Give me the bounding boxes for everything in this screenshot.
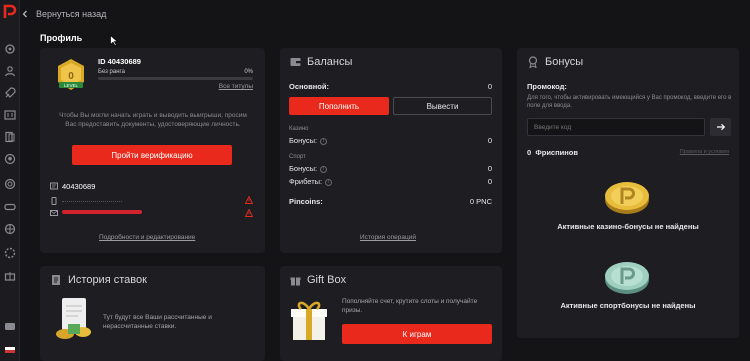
silver-coin-icon (605, 262, 649, 294)
promo-code-input[interactable] (527, 118, 705, 136)
promo-submit-button[interactable] (710, 118, 731, 136)
rank-label: Без ранга (98, 69, 125, 75)
bet-history-title-text: История ставок (68, 274, 147, 286)
bet-history-text: Тут будут все Ваши рассчитанные и нерасс… (103, 314, 212, 330)
freebets-row: Фрибеты: i 0 (289, 177, 492, 186)
phone-blurred (62, 200, 122, 202)
mouse-cursor-icon (110, 35, 118, 46)
casino-section-label: Казино (289, 126, 309, 132)
casino-bonus-empty: Активные казино-бонусы не найдены (557, 222, 699, 231)
details-link[interactable]: Подробности и редактирование (99, 234, 195, 241)
brand-logo[interactable] (2, 3, 18, 19)
freespins-row: 0 Фриспинов (527, 148, 578, 157)
bonuses-card: Бонусы Промокод: Для того, чтобы активир… (517, 48, 739, 338)
user-icon[interactable] (3, 64, 17, 78)
bet-history-title: История ставок (50, 274, 147, 286)
gold-coin-icon (605, 182, 649, 214)
user-id-value: 40430689 (62, 182, 96, 191)
freespins-count: 0 (527, 148, 532, 157)
cards-icon[interactable] (3, 130, 17, 144)
casino-bonus-label: Бонусы: (289, 136, 318, 145)
balances-title: Балансы (289, 56, 352, 68)
main-balance-value: 0 (487, 82, 492, 91)
receipt-icon (50, 274, 62, 286)
verify-button[interactable]: Пройти верификацию (72, 145, 232, 165)
gift-icon[interactable] (3, 268, 17, 282)
rank-progress-value: 0% (244, 69, 253, 75)
info-icon[interactable]: i (320, 165, 328, 173)
bet-slip-illustration (56, 298, 91, 339)
target-icon[interactable] (3, 222, 17, 236)
chat-icon[interactable] (3, 320, 17, 334)
profile-id: ID 40430689 (98, 57, 141, 66)
app: Вернуться назад Профиль 0 LEVEL ID 40430… (0, 0, 750, 361)
gift-icon (289, 274, 301, 286)
sport-bonus-row: Бонусы: i 0 (289, 164, 492, 173)
bonuses-title-text: Бонусы (545, 56, 584, 68)
bet-history-card: История ставок Тут будут все Ваши рассчи… (40, 266, 265, 361)
rocket-icon[interactable] (3, 86, 17, 100)
page-title: Профиль (40, 33, 83, 43)
profile-card: 0 LEVEL ID 40430689 Без ранга 0% Все тит… (40, 48, 265, 253)
poker-chip-icon[interactable] (3, 246, 17, 260)
freespins-label: Фриспинов (535, 148, 578, 157)
withdraw-button[interactable]: Вывести (393, 97, 492, 115)
email-icon (50, 210, 58, 216)
terms-link[interactable]: Правила и условия (680, 149, 729, 155)
sport-section-label: Спорт (289, 154, 306, 160)
sidebar (0, 0, 20, 361)
email-warning-icon (245, 209, 253, 217)
level-badge-text: LEVEL (64, 83, 79, 88)
phone-icon (51, 197, 57, 205)
pincoins-row: Pincoins: 0 PNC (289, 197, 492, 206)
rank-progress-bar (98, 77, 253, 80)
arrow-right-icon (716, 123, 725, 131)
sport-bonus-label: Бонусы: (289, 164, 318, 173)
gift-box-title: Gift Box (289, 274, 346, 286)
main-balance-label: Основной: (289, 82, 329, 91)
casino-bonus-row: Бонусы: i 0 (289, 136, 492, 145)
slot-icon[interactable] (3, 108, 17, 122)
verify-text: Чтобы Вы могли начать играть и выводить … (59, 112, 247, 128)
to-games-button[interactable]: К играм (342, 324, 492, 344)
soccer-ball-icon[interactable] (3, 152, 17, 166)
balances-card: Балансы Основной: 0 Пополнить Вывести Ка… (280, 48, 502, 253)
info-icon[interactable]: i (320, 137, 328, 145)
main-balance-row: Основной: 0 (289, 82, 492, 91)
all-titles-link[interactable]: Все титулы (219, 83, 253, 90)
sport-bonus-value: 0 (487, 164, 492, 173)
chevron-left-icon (22, 10, 27, 18)
bonuses-title: Бонусы (527, 56, 583, 68)
gift-box-illustration (291, 301, 327, 340)
gamepad-icon[interactable] (3, 200, 17, 214)
id-card-icon (50, 182, 58, 190)
gift-box-card: Gift Box Пополняйте счет, крутите слоты … (280, 266, 502, 361)
back-link[interactable]: Вернуться назад (21, 9, 106, 19)
freebets-value: 0 (487, 177, 492, 186)
pincoins-value: 0 PNC (469, 197, 492, 206)
balances-title-text: Балансы (307, 56, 353, 68)
settings-icon[interactable] (3, 42, 17, 56)
deposit-button[interactable]: Пополнить (289, 97, 389, 115)
info-icon[interactable]: i (325, 178, 333, 186)
award-icon (527, 56, 539, 68)
svg-text:0: 0 (68, 71, 74, 82)
email-redacted (62, 210, 142, 214)
gift-box-title-text: Gift Box (307, 274, 347, 286)
flag-icon[interactable] (3, 343, 17, 357)
casino-bonus-value: 0 (487, 136, 492, 145)
freebets-label: Фрибеты: (289, 177, 323, 186)
wallet-icon (289, 56, 301, 68)
history-link[interactable]: История операций (360, 234, 416, 241)
promo-label: Промокод: (527, 82, 567, 91)
sport-bonus-empty: Активные спортбонусы не найдены (560, 301, 696, 310)
pincoins-label: Pincoins: (289, 197, 323, 206)
gift-box-text: Пополняйте счет, крутите слоты и получай… (342, 298, 478, 314)
phone-warning-icon (245, 196, 253, 204)
back-label: Вернуться назад (36, 9, 107, 19)
level-badge: 0 LEVEL (58, 59, 84, 90)
promo-hint: Для того, чтобы активировать имеющийся у… (527, 95, 732, 109)
roulette-icon[interactable] (3, 177, 17, 191)
